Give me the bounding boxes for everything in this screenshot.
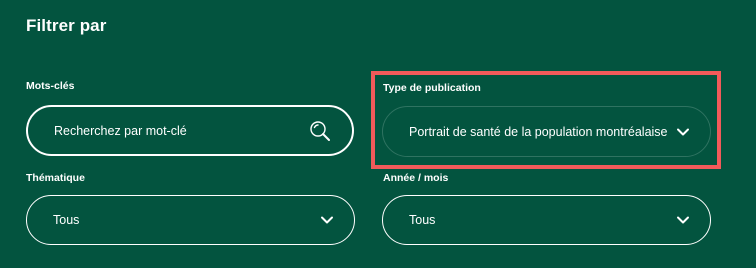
year-month-select[interactable]: Tous: [382, 195, 711, 245]
thematic-select[interactable]: Tous: [26, 195, 355, 245]
chevron-down-icon: [676, 213, 690, 227]
highlight-box: [371, 71, 721, 169]
thematic-label: Thématique: [26, 172, 85, 184]
year-month-label: Année / mois: [383, 172, 449, 184]
keyword-search-input[interactable]: Recherchez par mot-clé: [26, 105, 354, 156]
search-icon[interactable]: [308, 119, 332, 143]
filter-title: Filtrer par: [26, 16, 107, 35]
keywords-label: Mots-clés: [26, 80, 75, 92]
chevron-down-icon: [320, 213, 334, 227]
year-month-value: Tous: [409, 213, 436, 227]
keyword-placeholder: Recherchez par mot-clé: [54, 123, 187, 138]
thematic-value: Tous: [53, 213, 80, 227]
